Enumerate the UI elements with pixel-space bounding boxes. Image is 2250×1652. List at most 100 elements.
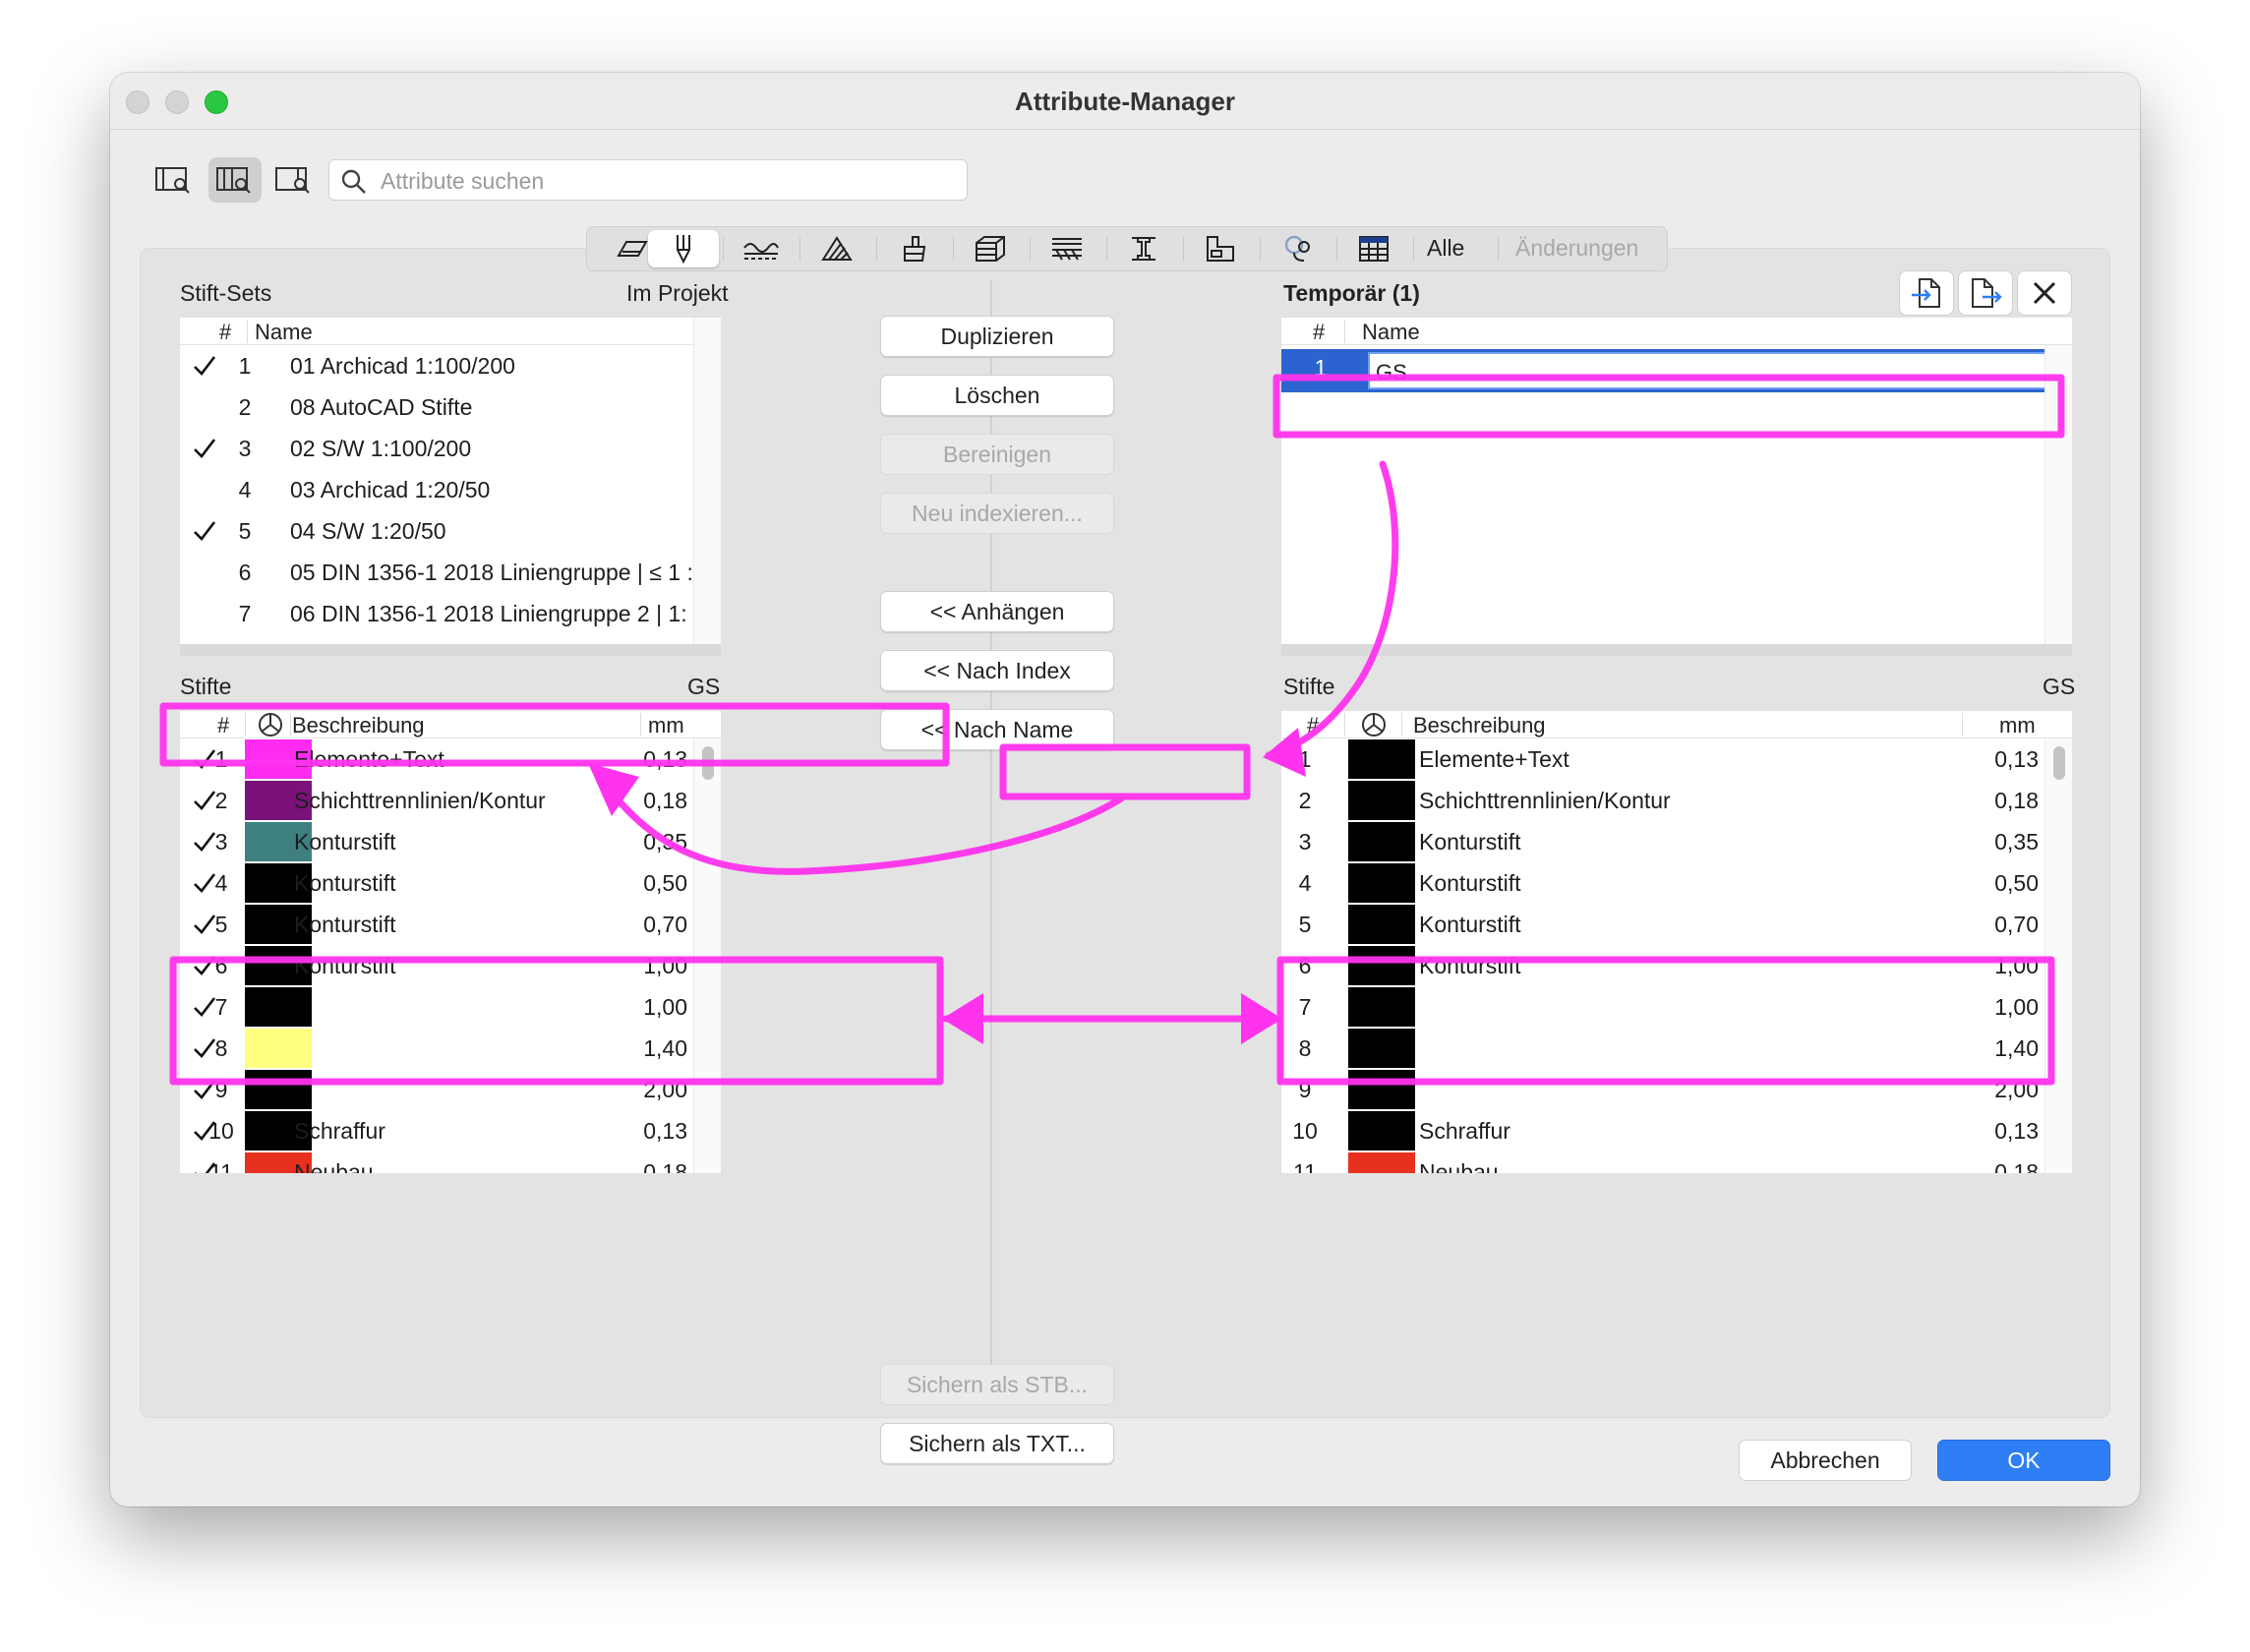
pen-row[interactable]: 7 1,00	[180, 986, 721, 1028]
column-number-header[interactable]: #	[1313, 320, 1325, 345]
pen-row[interactable]: 10 Schraffur 0,13	[180, 1110, 721, 1151]
vertical-scrollbar[interactable]	[693, 318, 721, 656]
pen-color-swatch[interactable]	[1348, 987, 1415, 1027]
reindex-button[interactable]: Neu indexieren...	[880, 493, 1114, 534]
ok-button[interactable]: OK	[1937, 1440, 2110, 1481]
scroll-thumb[interactable]	[702, 746, 714, 780]
rename-input[interactable]: GS	[1368, 352, 2056, 389]
pen-row[interactable]: 6 Konturstift 1,00	[180, 945, 721, 986]
pen-color-swatch[interactable]	[1348, 905, 1415, 944]
column-name-header[interactable]: Name	[255, 320, 313, 345]
pen-set-row[interactable]: 1 01 Archicad 1:100/200	[180, 345, 721, 386]
pen-width-mm: 1,00	[643, 994, 687, 1020]
append-button[interactable]: << Anhängen	[880, 591, 1114, 632]
pen-row[interactable]: 4 Konturstift 0,50	[1281, 862, 2072, 904]
pen-set-row[interactable]: 2 08 AutoCAD Stifte	[180, 386, 721, 428]
pen-set-row[interactable]: 5 04 S/W 1:20/50	[180, 510, 721, 552]
pen-row[interactable]: 8 1,40	[1281, 1028, 2072, 1069]
pen-row[interactable]: 5 Konturstift 0,70	[180, 904, 721, 945]
pen-row[interactable]: 1 Elemente+Text 0,13	[1281, 738, 2072, 780]
pen-row[interactable]: 9 2,00	[180, 1069, 721, 1110]
column-mm-header[interactable]: mm	[648, 713, 684, 738]
search-input[interactable]	[381, 166, 951, 196]
by-name-button[interactable]: << Nach Name	[880, 709, 1114, 750]
clean-button[interactable]: Bereinigen	[880, 434, 1114, 475]
pen-row[interactable]: 10 Schraffur 0,13	[1281, 1110, 2072, 1151]
pen-row[interactable]: 4 Konturstift 0,50	[180, 862, 721, 904]
close-file-button[interactable]	[2017, 270, 2072, 316]
horizontal-scrollbar[interactable]	[1281, 644, 2072, 656]
pen-color-swatch[interactable]	[1348, 739, 1415, 779]
pen-set-row[interactable]: 7 06 DIN 1356-1 2018 Liniengruppe 2 | 1: …	[180, 593, 721, 634]
pen-row[interactable]: 3 Konturstift 0,35	[180, 821, 721, 862]
tab-changes[interactable]: Änderungen	[1515, 235, 1638, 262]
pen-row[interactable]: 8 1,40	[180, 1028, 721, 1069]
pen-width-mm: 0,13	[643, 746, 687, 772]
pen-row[interactable]: 3 Konturstift 0,35	[1281, 821, 2072, 862]
fill-type-icon	[617, 241, 648, 257]
tab-all[interactable]: Alle	[1427, 235, 1464, 262]
import-button[interactable]	[1899, 270, 1954, 316]
tab-composites[interactable]	[1032, 230, 1102, 267]
pen-row[interactable]: 1 Elemente+Text 0,13	[180, 738, 721, 780]
tab-surfaces[interactable]	[878, 230, 949, 267]
pen-color-swatch[interactable]	[1348, 781, 1415, 820]
tab-profiles[interactable]	[1108, 230, 1179, 267]
tab-hatch-types[interactable]	[801, 230, 872, 267]
pen-color-swatch[interactable]	[1348, 1152, 1415, 1173]
column-mm-header[interactable]: mm	[1999, 713, 2036, 738]
tab-pens[interactable]	[648, 230, 719, 267]
export-button[interactable]	[1958, 270, 2013, 316]
duplicate-button[interactable]: Duplizieren	[880, 316, 1114, 357]
by-index-button[interactable]: << Nach Index	[880, 650, 1114, 691]
pen-row[interactable]: 2 Schichttrennlinien/Kontur 0,18	[1281, 780, 2072, 821]
pen-color-swatch[interactable]	[1348, 1070, 1415, 1109]
tab-line-types[interactable]	[725, 230, 796, 267]
pen-color-swatch[interactable]	[245, 987, 312, 1027]
column-description-header[interactable]: Beschreibung	[1413, 713, 1546, 738]
pen-set-name: 04 S/W 1:20/50	[290, 518, 446, 544]
temporary-set-row-selected[interactable]: 1 GS	[1281, 349, 2072, 392]
tab-building-materials[interactable]	[955, 230, 1026, 267]
pen-color-swatch[interactable]	[1348, 822, 1415, 861]
view-file-list-button[interactable]	[267, 157, 321, 203]
pen-color-swatch[interactable]	[245, 1029, 312, 1068]
attribute-search-field[interactable]	[328, 159, 968, 201]
vertical-scrollbar[interactable]	[693, 738, 721, 1173]
view-dual-list-button[interactable]	[208, 157, 262, 203]
pen-color-swatch[interactable]	[1348, 1111, 1415, 1150]
pen-row[interactable]: 5 Konturstift 0,70	[1281, 904, 2072, 945]
column-description-header[interactable]: Beschreibung	[292, 713, 425, 738]
column-number-header[interactable]: #	[217, 713, 229, 738]
cancel-button[interactable]: Abbrechen	[1739, 1440, 1912, 1481]
pen-number: 5	[214, 912, 228, 937]
vertical-scrollbar[interactable]	[2044, 738, 2072, 1173]
column-name-header[interactable]: Name	[1362, 320, 1420, 345]
tab-mep-systems[interactable]	[1262, 230, 1332, 267]
pen-row[interactable]: 7 1,00	[1281, 986, 2072, 1028]
view-single-list-button[interactable]	[148, 157, 201, 203]
pen-row[interactable]: 2 Schichttrennlinien/Kontur 0,18	[180, 780, 721, 821]
save-as-txt-button[interactable]: Sichern als TXT...	[880, 1423, 1114, 1464]
pen-color-swatch[interactable]	[1348, 946, 1415, 985]
pen-row[interactable]: 9 2,00	[1281, 1069, 2072, 1110]
tab-operation-profiles[interactable]	[1338, 230, 1409, 267]
pen-set-row[interactable]: 4 03 Archicad 1:20/50	[180, 469, 721, 510]
pen-color-swatch[interactable]	[1348, 1029, 1415, 1068]
pen-set-row[interactable]: 3 02 S/W 1:100/200	[180, 428, 721, 469]
pen-row[interactable]: 11 Neubau 0,18	[180, 1151, 721, 1173]
save-as-stb-button[interactable]: Sichern als STB...	[880, 1364, 1114, 1405]
tab-zone-categories[interactable]	[1185, 230, 1256, 267]
scroll-thumb[interactable]	[2053, 746, 2065, 780]
horizontal-scrollbar[interactable]	[180, 644, 721, 656]
delete-button[interactable]: Löschen	[880, 375, 1114, 416]
pen-color-swatch[interactable]	[1348, 863, 1415, 903]
column-number-header[interactable]: #	[219, 320, 231, 345]
pen-color-swatch[interactable]	[245, 1070, 312, 1109]
pen-set-row[interactable]: 6 05 DIN 1356-1 2018 Liniengruppe | ≤ 1 :…	[180, 552, 721, 593]
pen-row[interactable]: 6 Konturstift 1,00	[1281, 945, 2072, 986]
pen-row[interactable]: 11 Neubau 0,18	[1281, 1151, 2072, 1173]
vertical-scrollbar[interactable]	[2044, 345, 2072, 656]
pen-width-mm: 1,00	[643, 953, 687, 978]
column-number-header[interactable]: #	[1307, 713, 1319, 738]
